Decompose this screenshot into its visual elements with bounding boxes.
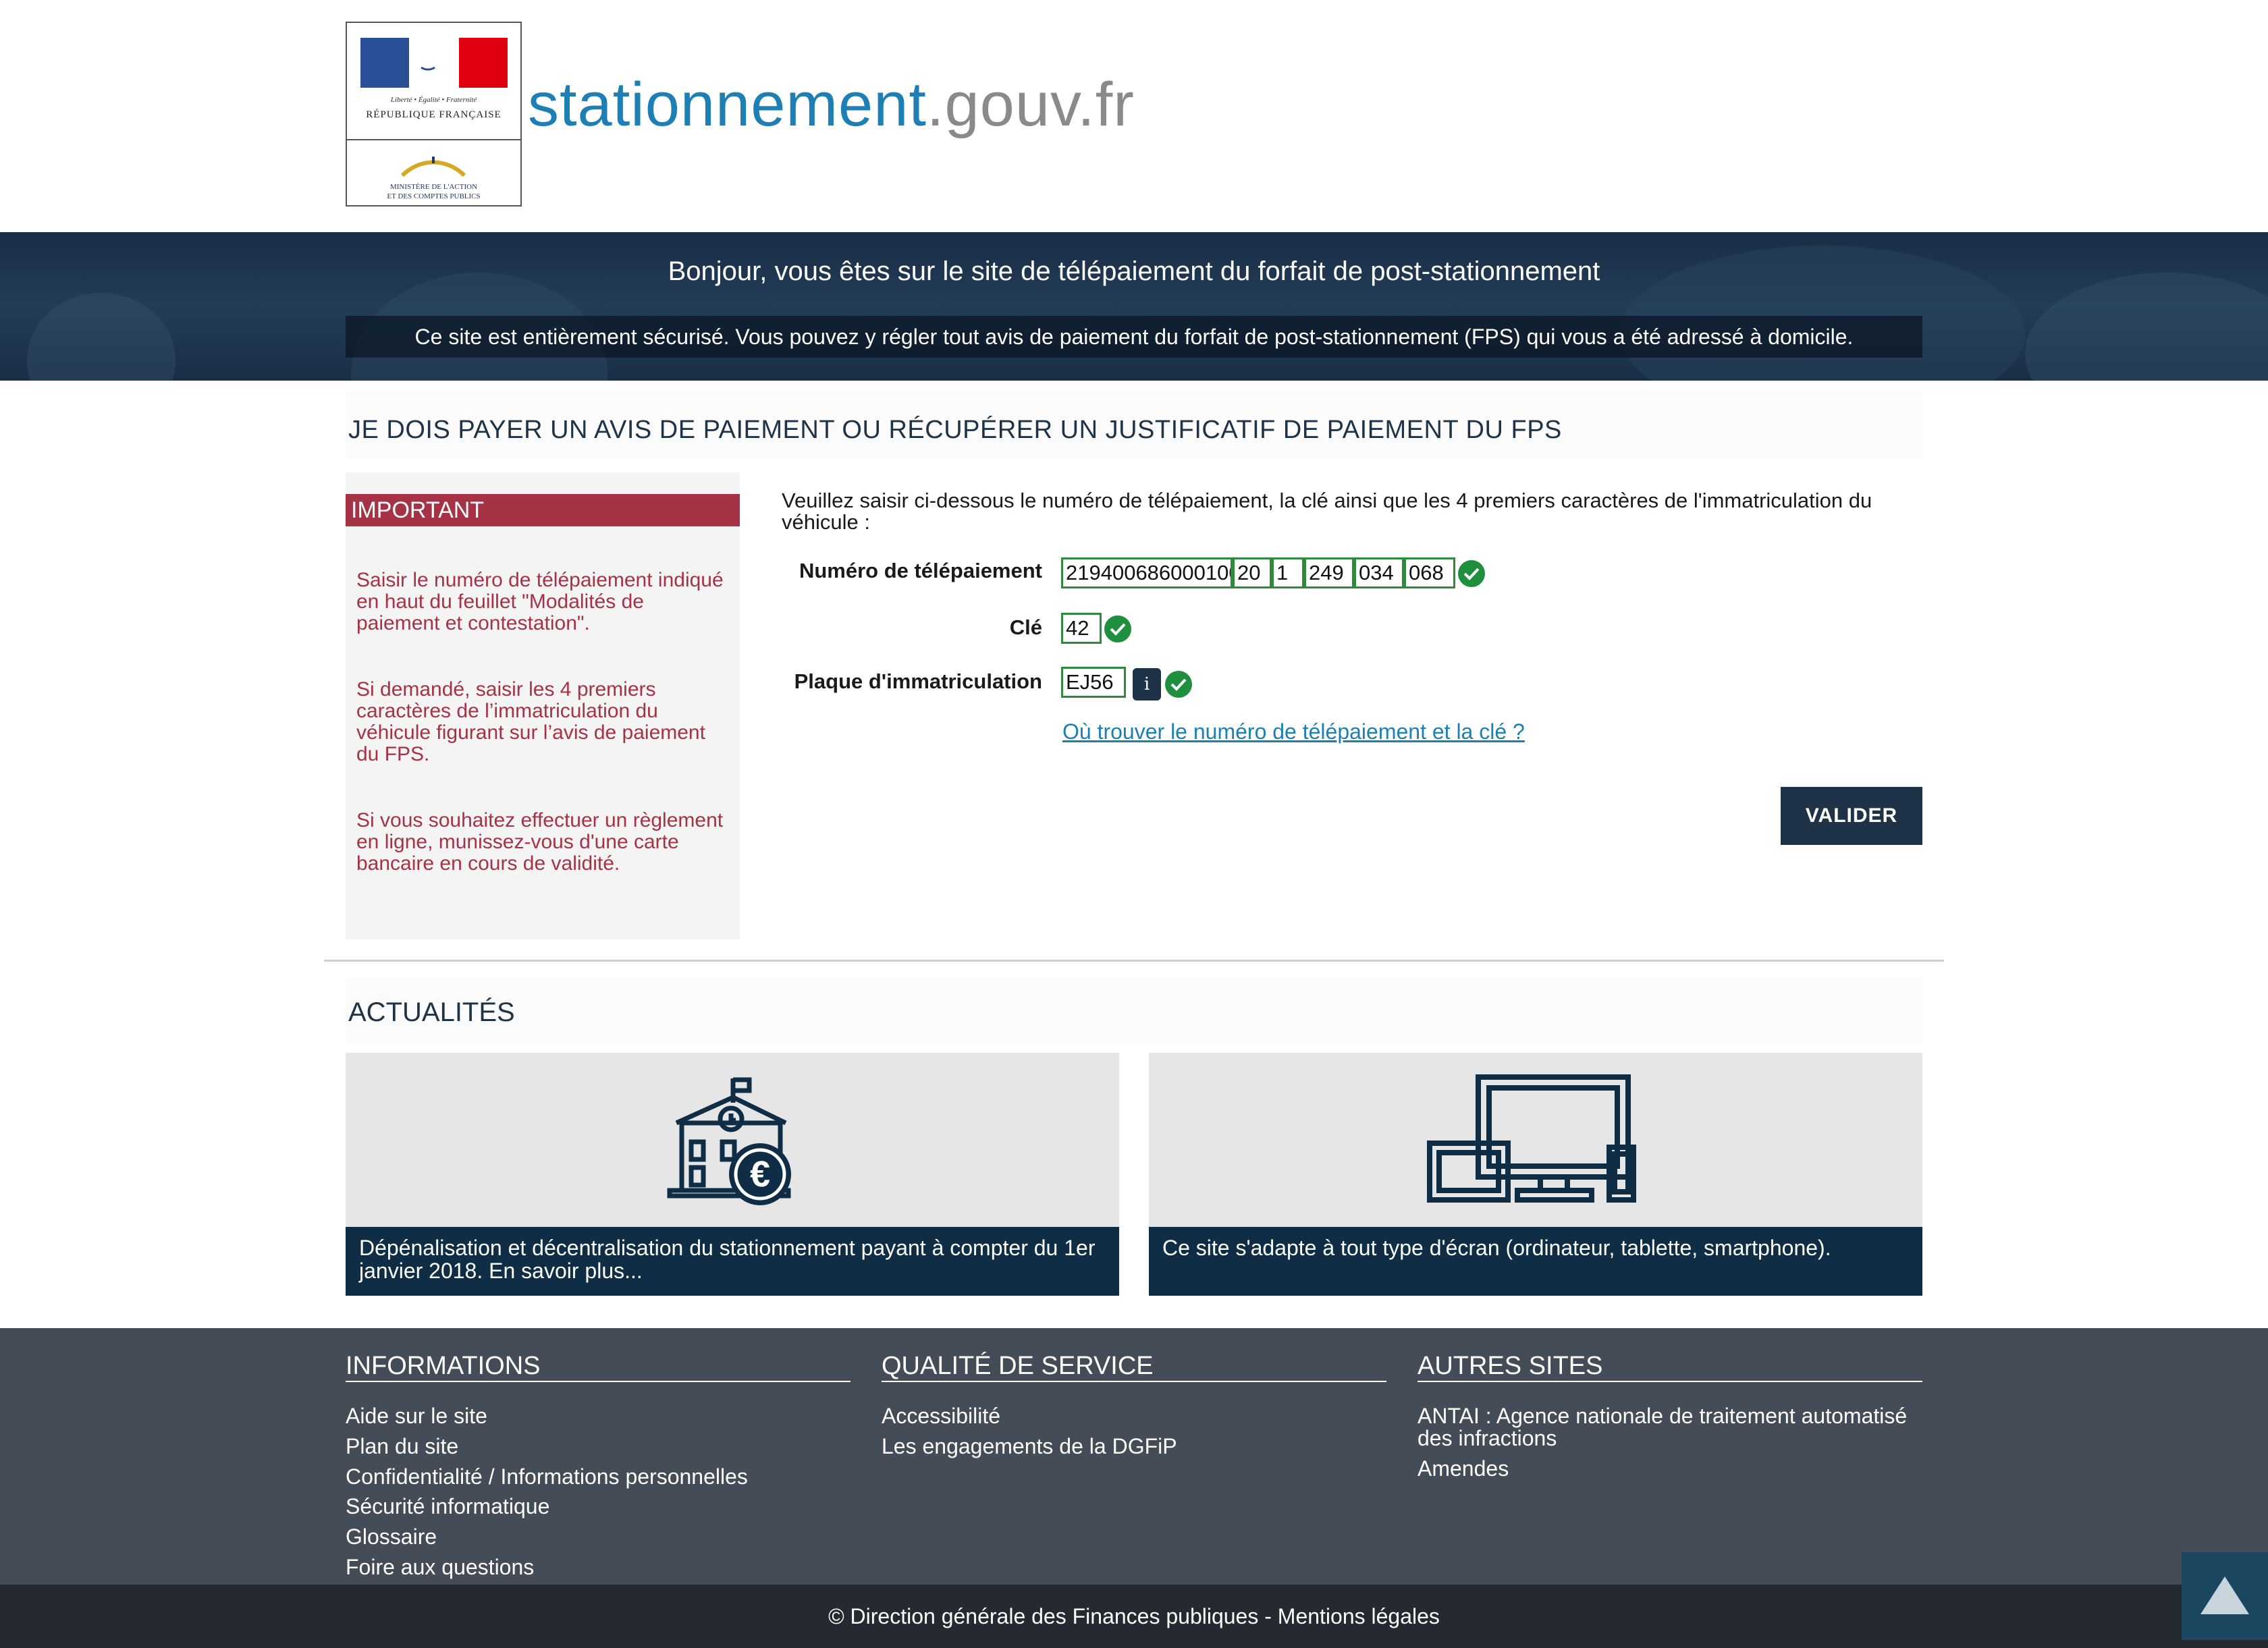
- cle-label: Clé: [1009, 615, 1042, 639]
- valid-check-icon: [1104, 615, 1131, 642]
- form-instructions: Veuillez saisir ci-dessous le numéro de …: [782, 489, 1872, 534]
- banner-background-shape: [27, 293, 176, 381]
- telepaiement-field-4[interactable]: 249: [1304, 557, 1354, 588]
- valid-check-icon: [1165, 671, 1192, 698]
- news-caption: Dépénalisation et décentralisation du st…: [346, 1227, 1119, 1296]
- news-card[interactable]: € Dépénalisation et décentralisation du …: [346, 1053, 1119, 1296]
- footer-heading: QUALITÉ DE SERVICE: [882, 1351, 1386, 1382]
- footer-column-informations: INFORMATIONS Aide sur le site Plan du si…: [346, 1351, 850, 1578]
- ministry-line-2: ET DES COMPTES PUBLICS: [387, 192, 481, 200]
- important-heading: IMPORTANT: [346, 494, 740, 526]
- payment-section-header: JE DOIS PAYER UN AVIS DE PAIEMENT OU RÉC…: [346, 391, 1922, 459]
- footer-link[interactable]: Amendes: [1418, 1458, 1922, 1480]
- important-panel: IMPORTANT Saisir le numéro de télépaieme…: [346, 472, 740, 939]
- plaque-field[interactable]: EJ56: [1061, 667, 1126, 698]
- payment-section-title: JE DOIS PAYER UN AVIS DE PAIEMENT OU RÉC…: [348, 416, 1562, 444]
- footer-link[interactable]: Confidentialité / Informations personnel…: [346, 1466, 850, 1488]
- site-header: Liberté • Égalité • Fraternité RÉPUBLIQU…: [0, 0, 2268, 232]
- telepaiement-field-3[interactable]: 1: [1272, 557, 1304, 588]
- footer-link[interactable]: ANTAI : Agence nationale de traitement a…: [1418, 1405, 1922, 1450]
- footer-link[interactable]: Accessibilité: [882, 1405, 1386, 1427]
- banner-background-shape: [2025, 273, 2268, 381]
- footer-heading: AUTRES SITES: [1418, 1351, 1922, 1382]
- footer-column-qualite: QUALITÉ DE SERVICE Accessibilité Les eng…: [882, 1351, 1386, 1458]
- banner-security-notice: Ce site est entièrement sécurisé. Vous p…: [346, 316, 1922, 358]
- news-section-header: ACTUALITÉS: [346, 977, 1922, 1045]
- news-caption: Ce site s'adapte à tout type d'écran (or…: [1149, 1227, 1922, 1296]
- important-paragraph: Saisir le numéro de télépaiement indiqué…: [356, 569, 724, 634]
- back-to-top-button[interactable]: [2182, 1552, 2268, 1640]
- telepaiement-field-1[interactable]: 219400686000100: [1061, 557, 1233, 588]
- news-title: ACTUALITÉS: [348, 997, 515, 1027]
- valid-check-icon: [1458, 560, 1485, 587]
- important-paragraph: Si demandé, saisir les 4 premiers caract…: [356, 678, 705, 765]
- welcome-banner: Bonjour, vous êtes sur le site de télépa…: [0, 232, 2268, 381]
- cle-field[interactable]: 42: [1061, 613, 1102, 644]
- important-paragraph: Si vous souhaitez effectuer un règlement…: [356, 809, 724, 875]
- footer-link[interactable]: Foire aux questions: [346, 1556, 850, 1578]
- site-name-part-1: stationnement: [528, 70, 927, 139]
- marianne-flag-icon: [360, 38, 508, 88]
- site-name-part-2: .gouv.fr: [926, 70, 1135, 139]
- footer-link[interactable]: Plan du site: [346, 1435, 850, 1458]
- devices-icon: [1427, 1074, 1636, 1203]
- republic-name: RÉPUBLIQUE FRANÇAISE: [366, 109, 502, 120]
- copyright-bar[interactable]: © Direction générale des Finances publiq…: [0, 1585, 2268, 1648]
- footer-link[interactable]: Aide sur le site: [346, 1405, 850, 1427]
- town-hall-euro-icon: €: [667, 1077, 791, 1205]
- ministry-line-1: MINISTÈRE DE L'ACTION: [389, 183, 478, 191]
- telepaiement-field-6[interactable]: 068: [1404, 557, 1455, 588]
- telepaiement-field-5[interactable]: 034: [1354, 557, 1404, 588]
- valider-button[interactable]: VALIDER: [1781, 787, 1922, 845]
- telepaiement-field-2[interactable]: 20: [1233, 557, 1272, 588]
- marianne-block: Liberté • Égalité • Fraternité RÉPUBLIQU…: [347, 23, 520, 140]
- section-divider: [324, 960, 1944, 962]
- ministry-block: MINISTÈRE DE L'ACTION ET DES COMPTES PUB…: [347, 147, 520, 207]
- up-arrow-icon: [2200, 1576, 2249, 1614]
- plaque-label: Plaque d'immatriculation: [794, 669, 1042, 693]
- news-card[interactable]: Ce site s'adapte à tout type d'écran (or…: [1149, 1053, 1922, 1296]
- footer-link[interactable]: Sécurité informatique: [346, 1495, 850, 1518]
- footer-link[interactable]: Les engagements de la DGFiP: [882, 1435, 1386, 1458]
- republic-motto: Liberté • Égalité • Fraternité: [390, 96, 477, 104]
- footer-heading: INFORMATIONS: [346, 1351, 850, 1382]
- svg-text:€: €: [750, 1154, 770, 1194]
- footer-link[interactable]: Glossaire: [346, 1526, 850, 1548]
- ministry-arc-icon: [400, 157, 466, 177]
- telepaiement-label: Numéro de télépaiement: [799, 559, 1042, 582]
- government-logo[interactable]: Liberté • Égalité • Fraternité RÉPUBLIQU…: [346, 22, 522, 207]
- help-link[interactable]: Où trouver le numéro de télépaiement et …: [1062, 719, 1525, 744]
- footer-column-autres-sites: AUTRES SITES ANTAI : Agence nationale de…: [1418, 1351, 1922, 1480]
- site-name-link[interactable]: stationnement.gouv.fr: [528, 67, 1135, 142]
- banner-title: Bonjour, vous êtes sur le site de télépa…: [668, 256, 1600, 286]
- info-icon[interactable]: i: [1133, 668, 1161, 701]
